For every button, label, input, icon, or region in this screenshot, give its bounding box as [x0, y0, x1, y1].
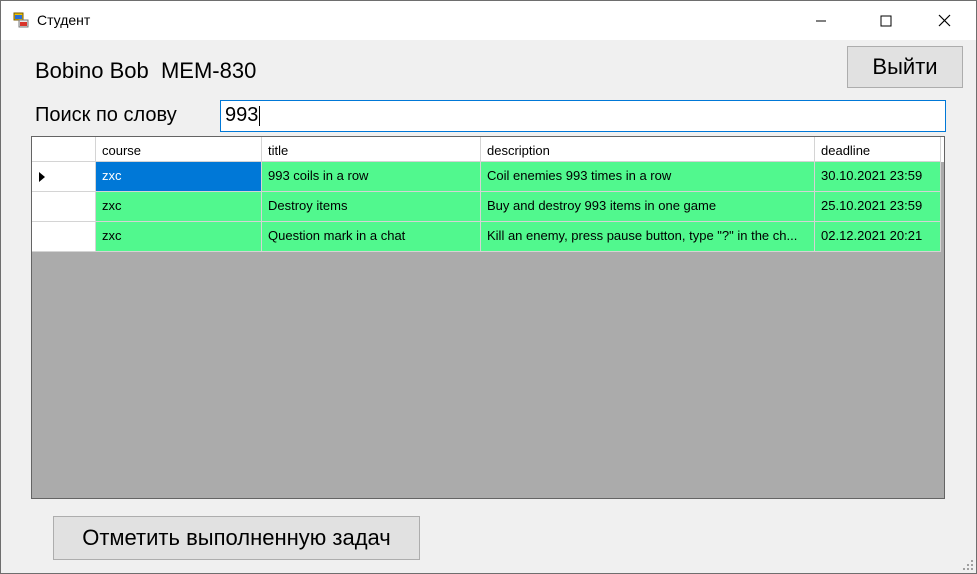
- column-header-title[interactable]: title: [262, 137, 481, 162]
- user-group-label: Bobino Bob MEM-830: [35, 58, 257, 83]
- grid-header: course title description deadline: [32, 137, 944, 162]
- app-window: Студент Bobino Bob MEM-830 Выйти Поиск п…: [0, 0, 977, 574]
- text-caret: [259, 105, 261, 126]
- title-bar[interactable]: Студент: [1, 1, 976, 40]
- current-row-arrow-icon: [39, 172, 45, 182]
- cell-deadline[interactable]: 25.10.2021 23:59: [815, 192, 941, 222]
- maximize-icon: [880, 15, 892, 26]
- cell-course[interactable]: zxc: [96, 222, 262, 252]
- cell-description[interactable]: Kill an enemy, press pause button, type …: [481, 222, 815, 252]
- column-header-description[interactable]: description: [481, 137, 815, 162]
- close-icon: [938, 14, 950, 27]
- cell-course[interactable]: zxc: [96, 162, 262, 192]
- search-input[interactable]: 993: [220, 100, 946, 132]
- cell-course[interactable]: zxc: [96, 192, 262, 222]
- window-title: Студент: [37, 12, 91, 28]
- cell-description[interactable]: Coil enemies 993 times in a row: [481, 162, 815, 192]
- cell-deadline[interactable]: 02.12.2021 20:21: [815, 222, 941, 252]
- minimize-icon: [816, 20, 826, 21]
- maximize-button[interactable]: [863, 1, 909, 40]
- mark-done-button[interactable]: Отметить выполненную задач: [53, 516, 420, 560]
- row-header[interactable]: [32, 162, 96, 192]
- cell-description[interactable]: Buy and destroy 993 items in one game: [481, 192, 815, 222]
- app-icon: [13, 12, 29, 28]
- search-label: Поиск по слову: [35, 104, 177, 126]
- cell-title[interactable]: 993 coils in a row: [262, 162, 481, 192]
- cell-title[interactable]: Question mark in a chat: [262, 222, 481, 252]
- close-button[interactable]: [921, 1, 967, 40]
- cell-deadline[interactable]: 30.10.2021 23:59: [815, 162, 941, 192]
- resize-grip-icon[interactable]: [962, 559, 974, 571]
- column-header-deadline[interactable]: deadline: [815, 137, 941, 162]
- cell-title[interactable]: Destroy items: [262, 192, 481, 222]
- row-header[interactable]: [32, 222, 96, 252]
- minimize-button[interactable]: [798, 1, 844, 40]
- table-row[interactable]: zxc 993 coils in a row Coil enemies 993 …: [32, 162, 944, 192]
- column-header-course[interactable]: course: [96, 137, 262, 162]
- search-input-value: 993: [225, 104, 259, 126]
- row-header-corner[interactable]: [32, 137, 96, 162]
- table-row[interactable]: zxc Destroy items Buy and destroy 993 it…: [32, 192, 944, 222]
- tasks-grid[interactable]: course title description deadline zxc 99…: [31, 136, 945, 499]
- table-row[interactable]: zxc Question mark in a chat Kill an enem…: [32, 222, 944, 252]
- row-header[interactable]: [32, 192, 96, 222]
- exit-button[interactable]: Выйти: [847, 46, 963, 88]
